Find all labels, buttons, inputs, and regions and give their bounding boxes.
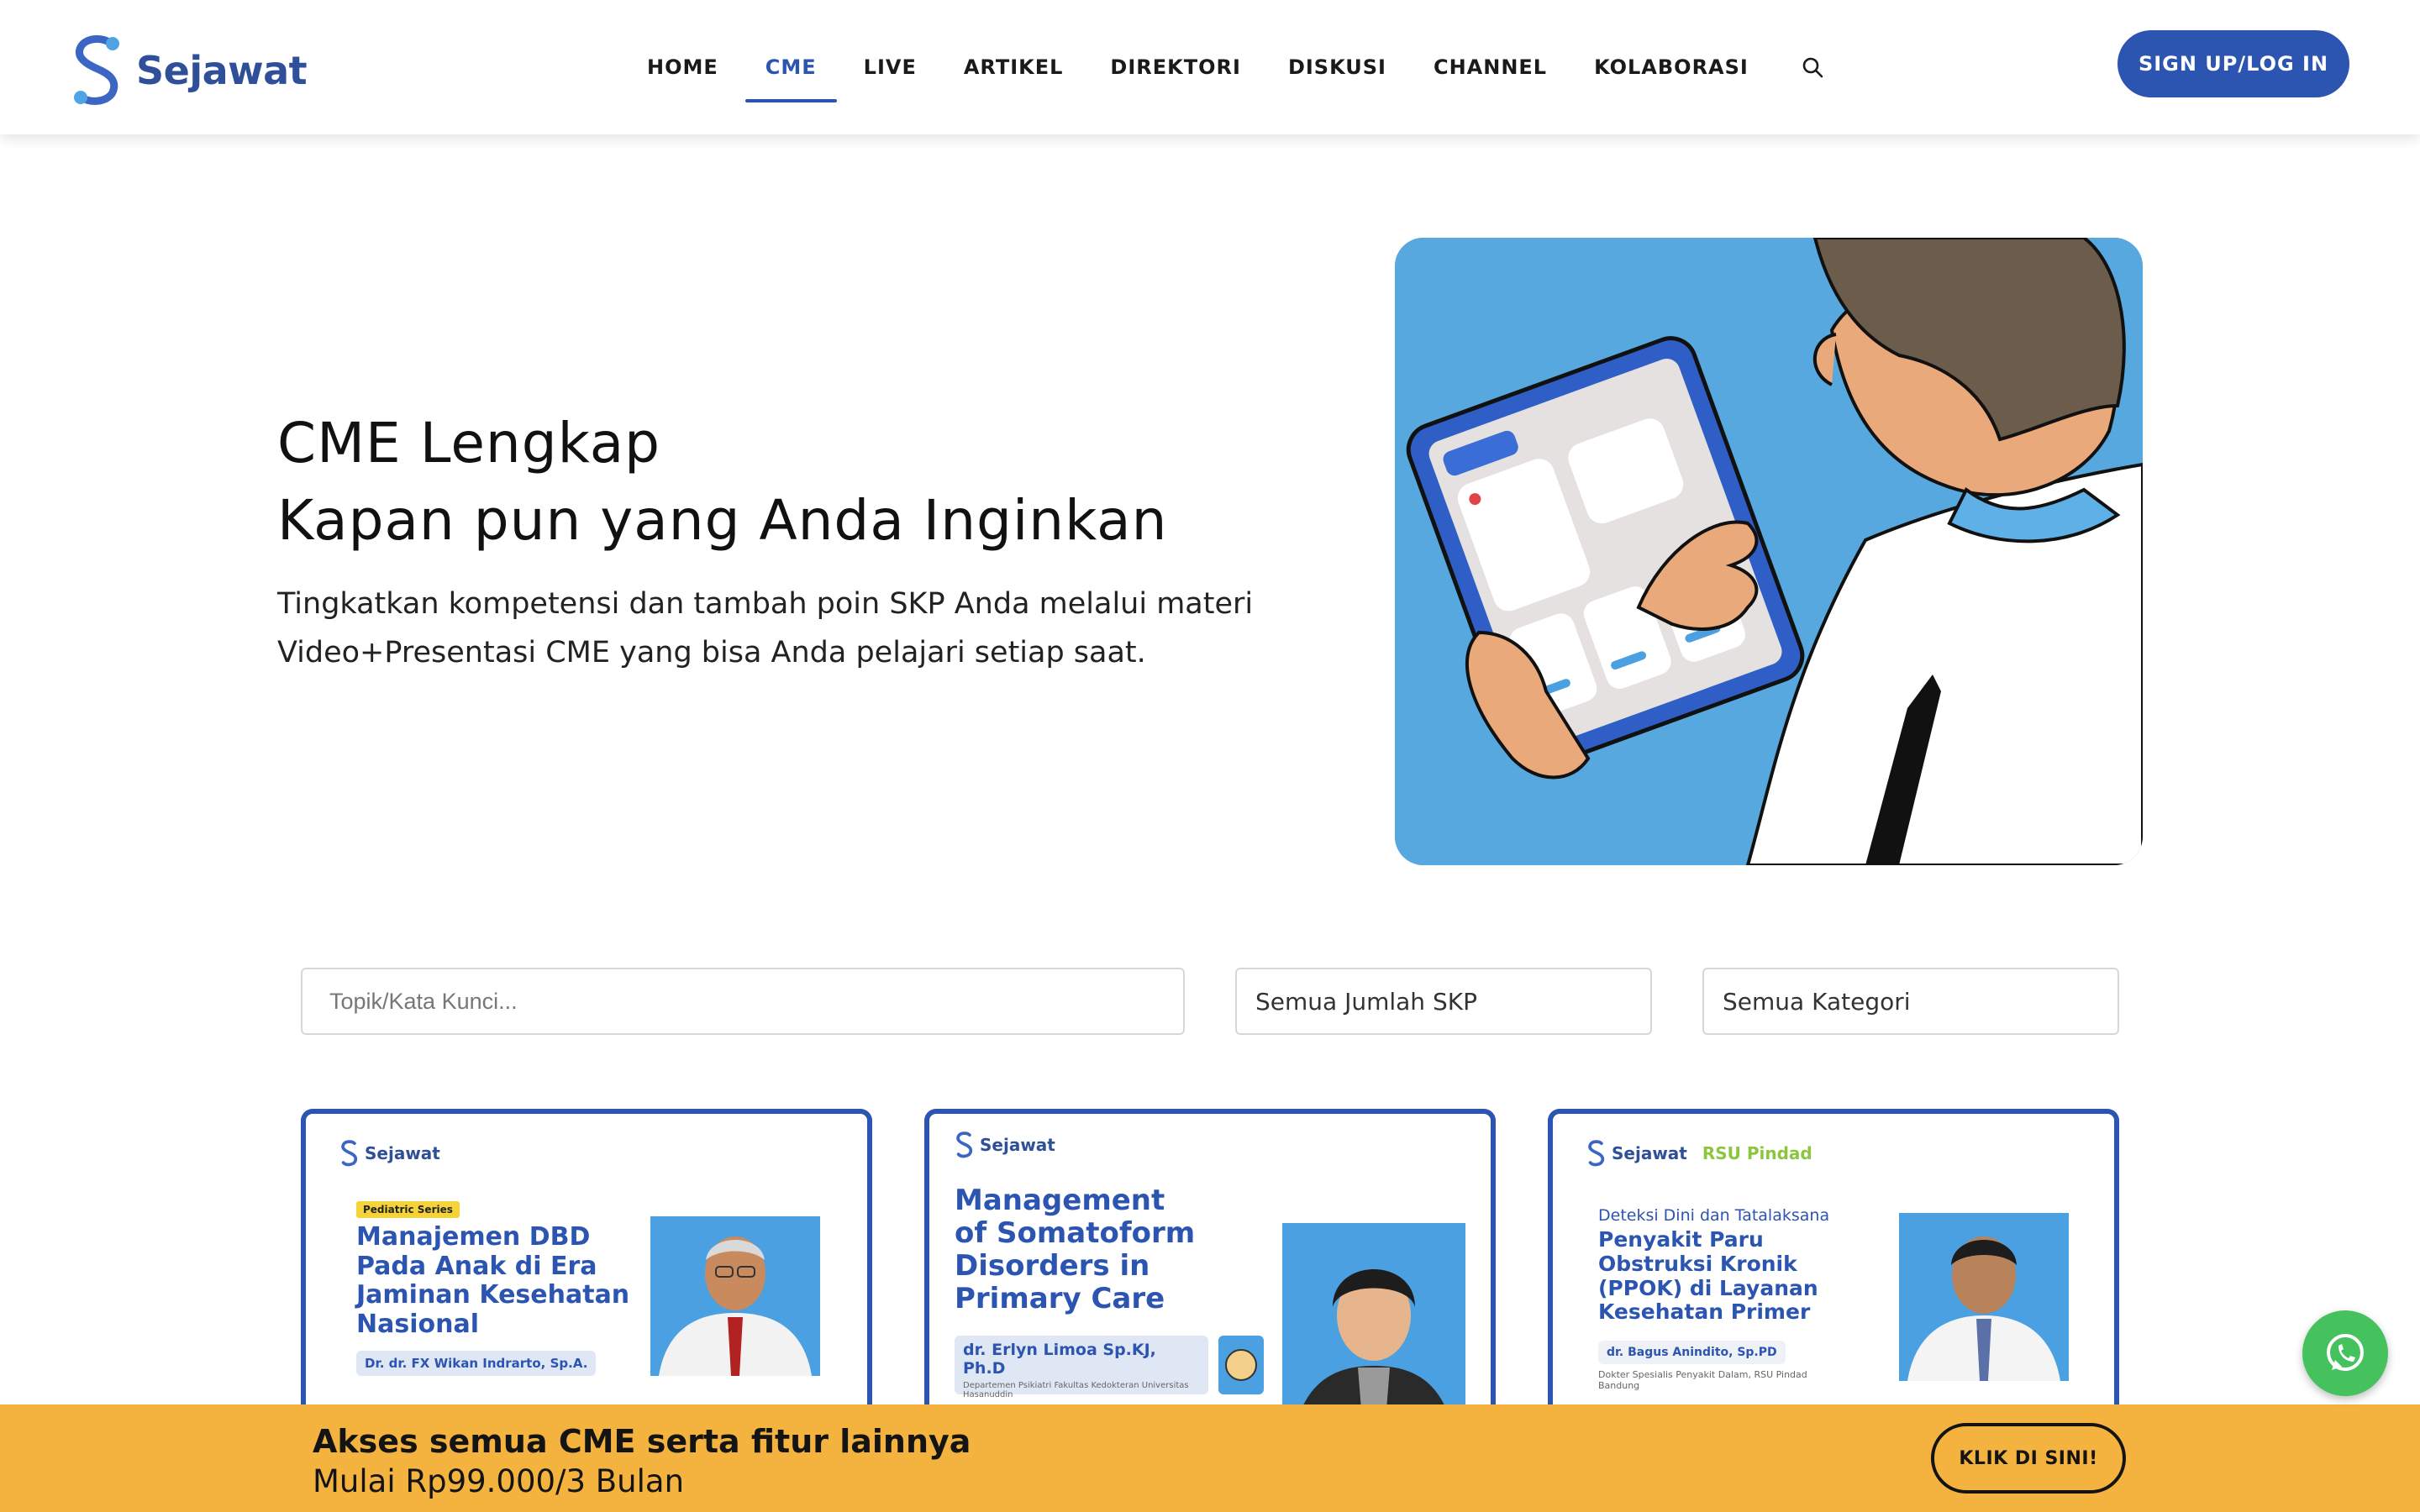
doctor-photo — [650, 1216, 820, 1376]
doctor-photo-image — [1899, 1213, 2069, 1381]
doctor-tablet-illustration — [1395, 238, 2143, 865]
hero-subtitle: Tingkatkan kompetensi dan tambah poin SK… — [277, 587, 1254, 669]
nav-kolaborasi[interactable]: KOLABORASI — [1594, 0, 1749, 134]
doctor-photo — [1899, 1213, 2069, 1381]
card-doctor: dr. Bagus Anindito, Sp.PD — [1598, 1341, 1786, 1364]
card-logo-text: Sejawat — [980, 1135, 1055, 1155]
whatsapp-icon — [2327, 1334, 2364, 1371]
nav-diskusi[interactable]: DISKUSI — [1288, 0, 1386, 134]
card-pre-title: Deteksi Dini dan Tatalaksana — [1598, 1206, 1830, 1225]
card-doctor: dr. Erlyn Limoa Sp.KJ, Ph.D — [963, 1341, 1156, 1378]
promo-title: Akses semua CME serta fitur lainnya — [313, 1423, 971, 1460]
logo-text: Sejawat — [136, 48, 308, 93]
doctor-photo-image — [650, 1216, 820, 1376]
promo-cta-button[interactable]: KLIK DI SINI! — [1931, 1423, 2126, 1494]
skp-filter-select[interactable]: Semua Jumlah SKP — [1235, 968, 1652, 1035]
main-nav: HOME CME LIVE ARTIKEL DIREKTORI DISKUSI … — [647, 0, 1824, 134]
category-filter-select[interactable]: Semua Kategori — [1702, 968, 2119, 1035]
card-affiliation: Departemen Psikiatri Fakultas Kedokteran… — [963, 1381, 1189, 1399]
nav-home[interactable]: HOME — [647, 0, 718, 134]
card-doctor: Dr. dr. FX Wikan Indrarto, Sp.A. — [356, 1351, 597, 1376]
card-title: Penyakit Paru Obstruksi Kronik (PPOK) di… — [1598, 1227, 1818, 1325]
card-logo: Sejawat RSU Pindad — [1586, 1139, 1812, 1168]
card-logo: Sejawat — [339, 1139, 440, 1168]
nav-cme[interactable]: CME — [744, 0, 837, 134]
card-logo-text: Sejawat — [1612, 1143, 1687, 1163]
topic-search-input[interactable] — [329, 988, 1183, 1015]
nav-artikel[interactable]: ARTIKEL — [964, 0, 1064, 134]
card-title: Management of Somatoform Disorders in Pr… — [955, 1184, 1196, 1316]
hero-title-line1: CME Lengkap — [277, 411, 661, 475]
card-affiliation: Dokter Spesialis Penyakit Dalam, RSU Pin… — [1598, 1369, 1807, 1391]
sejawat-logo[interactable]: Sejawat — [71, 32, 308, 109]
hero-illustration — [1395, 238, 2143, 865]
topic-search-field[interactable] — [301, 968, 1185, 1035]
hero-title: CME Lengkap Kapan pun yang Anda Inginkan — [277, 405, 1167, 559]
promo-banner: Akses semua CME serta fitur lainnya Mula… — [0, 1404, 2420, 1512]
whatsapp-button[interactable] — [2302, 1310, 2388, 1396]
promo-price: Mulai Rp99.000/3 Bulan — [313, 1463, 685, 1499]
card-logo: Sejawat — [955, 1131, 1055, 1159]
partner-logo: RSU Pindad — [1702, 1143, 1812, 1163]
sejawat-logo-icon — [956, 1131, 973, 1158]
nav-direktori[interactable]: DIREKTORI — [1110, 0, 1241, 134]
nav-live[interactable]: LIVE — [864, 0, 917, 134]
card-doctor-box: dr. Erlyn Limoa Sp.KJ, Ph.D Departemen P… — [955, 1336, 1208, 1399]
signup-login-button[interactable]: SIGN UP/LOG IN — [2118, 30, 2349, 97]
search-icon[interactable] — [1801, 55, 1824, 79]
sejawat-logo-icon — [1588, 1140, 1605, 1167]
card-title: Manajemen DBD Pada Anak di Era Jaminan K… — [356, 1222, 630, 1339]
site-header: Sejawat HOME CME LIVE ARTIKEL DIREKTORI … — [0, 0, 2420, 134]
nav-channel[interactable]: CHANNEL — [1434, 0, 1547, 134]
series-badge: Pediatric Series — [356, 1201, 460, 1218]
skp-filter-value: Semua Jumlah SKP — [1255, 987, 1477, 1016]
sejawat-logo-icon — [74, 35, 119, 105]
card-logo-text: Sejawat — [365, 1143, 440, 1163]
hero-title-line2: Kapan pun yang Anda Inginkan — [277, 488, 1168, 553]
sejawat-logo-icon — [341, 1140, 358, 1167]
category-filter-value: Semua Kategori — [1723, 987, 1911, 1016]
brain-icon — [1218, 1336, 1264, 1394]
